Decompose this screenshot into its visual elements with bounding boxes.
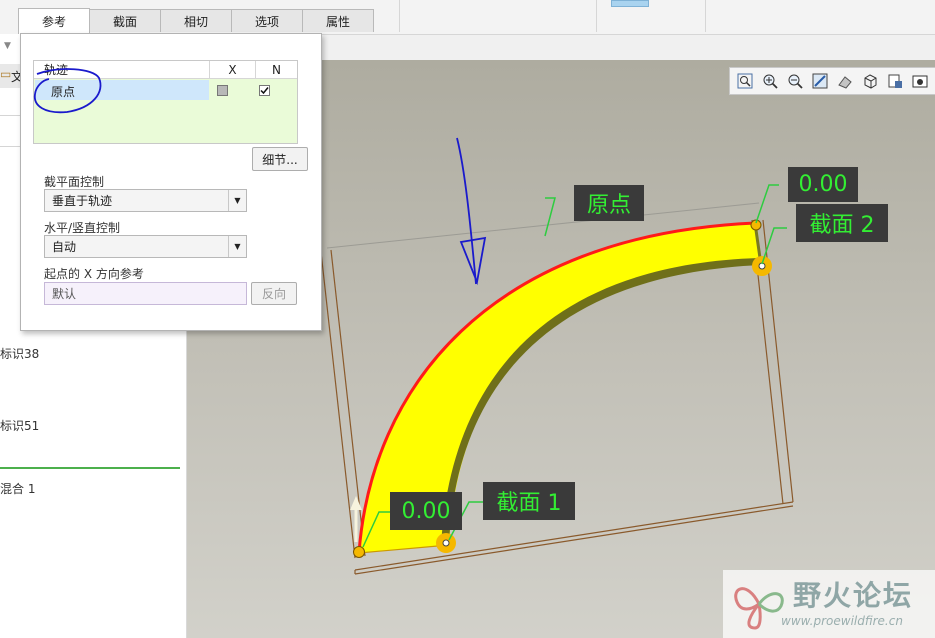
zoom-out-icon[interactable] bbox=[784, 70, 806, 92]
x-checkbox[interactable] bbox=[217, 85, 228, 96]
display-style-icon[interactable] bbox=[834, 70, 856, 92]
watermark: 野火论坛 www.proewildfire.cn bbox=[723, 570, 935, 638]
n-checkbox[interactable] bbox=[259, 85, 270, 96]
saved-view-icon[interactable] bbox=[859, 70, 881, 92]
repaint-icon[interactable] bbox=[809, 70, 831, 92]
zoom-in-icon[interactable] bbox=[759, 70, 781, 92]
section1-label-tag[interactable]: 截面 1 bbox=[483, 482, 575, 520]
tree-item-id38[interactable]: 标识38 bbox=[0, 345, 39, 362]
section-plane-label: 截平面控制 bbox=[44, 175, 105, 189]
col-header-x: X bbox=[209, 61, 255, 79]
ribbon-divider bbox=[596, 0, 597, 32]
tree-item-blend1[interactable]: 混合 1 bbox=[0, 480, 35, 497]
x-reference-label: 起点的 X 方向参考 bbox=[44, 267, 144, 281]
checkmark-icon bbox=[260, 87, 269, 95]
origin-label-tag: 原点 bbox=[574, 185, 644, 221]
dashboard-tabbar: 参考 截面 相切 选项 属性 bbox=[0, 0, 935, 35]
ribbon-divider bbox=[705, 0, 706, 32]
hv-control-dropdown[interactable]: 自动 ▼ bbox=[44, 235, 247, 258]
screenshot-icon[interactable] bbox=[909, 70, 931, 92]
watermark-title: 野火论坛 bbox=[793, 579, 914, 612]
reverse-button[interactable]: 反向 bbox=[251, 282, 297, 305]
section-1-handle bbox=[442, 539, 450, 547]
zoom-fit-icon[interactable] bbox=[734, 70, 756, 92]
tab-properties[interactable]: 属性 bbox=[302, 9, 374, 32]
ribbon-divider bbox=[399, 0, 400, 32]
section-plane-dropdown[interactable]: 垂直于轨迹 ▼ bbox=[44, 189, 247, 212]
section-plane-value: 垂直于轨迹 bbox=[52, 194, 113, 208]
view-toolbar bbox=[729, 67, 935, 95]
col-header-n: N bbox=[255, 61, 297, 79]
annotation-arrow bbox=[456, 137, 477, 285]
tree-item-id51[interactable]: 标识51 bbox=[0, 417, 39, 434]
wire-line bbox=[320, 251, 356, 559]
details-button[interactable]: 细节... bbox=[252, 147, 308, 171]
collapse-arrow-icon[interactable]: ▼ bbox=[4, 41, 11, 51]
start-direction-arrow bbox=[350, 496, 362, 510]
hv-control-label: 水平/竖直控制 bbox=[44, 221, 121, 235]
hv-control-value: 自动 bbox=[52, 240, 77, 254]
tab-references[interactable]: 参考 bbox=[18, 8, 90, 34]
tree-tab[interactable]: ▭ 文 bbox=[0, 64, 23, 88]
section2-label-tag[interactable]: 截面 2 bbox=[796, 204, 888, 242]
wire-line bbox=[330, 249, 366, 557]
leader-line bbox=[755, 184, 779, 224]
leader-line bbox=[544, 197, 556, 237]
tab-options[interactable]: 选项 bbox=[231, 9, 303, 32]
folder-icon: ▭ bbox=[0, 67, 12, 81]
watermark-url: www.proewildfire.cn bbox=[781, 614, 903, 628]
chevron-down-icon: ▼ bbox=[228, 236, 246, 257]
butterfly-logo-icon bbox=[734, 587, 784, 630]
x-reference-field[interactable]: 默认 bbox=[44, 282, 247, 305]
ribbon-button[interactable] bbox=[611, 0, 649, 7]
insert-indicator bbox=[0, 467, 180, 469]
tree-filter-field[interactable] bbox=[0, 115, 20, 147]
start-point-handle bbox=[353, 546, 365, 558]
tab-sections[interactable]: 截面 bbox=[89, 9, 161, 32]
chevron-down-icon: ▼ bbox=[228, 190, 246, 211]
tab-tangency[interactable]: 相切 bbox=[160, 9, 232, 32]
tab-strip: 参考 截面 相切 选项 属性 bbox=[18, 8, 374, 34]
section2-dimension-tag[interactable]: 0.00 bbox=[788, 167, 858, 202]
section1-dimension-tag[interactable]: 0.00 bbox=[390, 492, 462, 530]
layer-icon[interactable] bbox=[884, 70, 906, 92]
annotation-circle bbox=[33, 68, 102, 114]
references-panel: 轨迹 X N 原点 细节... 截平面控制 垂直于轨迹 ▼ 水平/竖直控制 自动… bbox=[20, 33, 322, 331]
